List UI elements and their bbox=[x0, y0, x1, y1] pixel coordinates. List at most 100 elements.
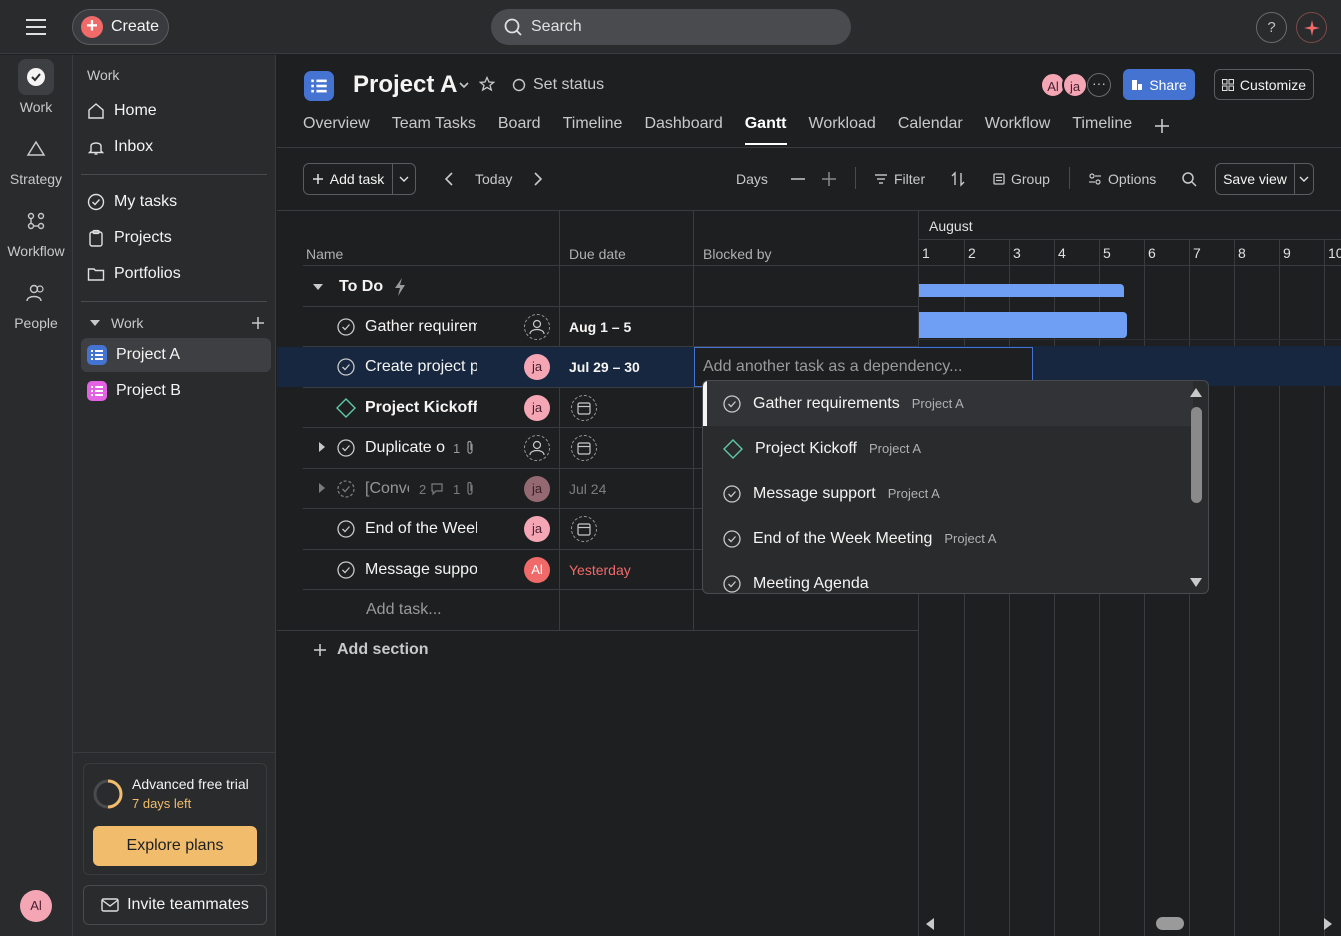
column-header-name[interactable]: Name bbox=[306, 246, 343, 262]
tab-calendar[interactable]: Calendar bbox=[898, 115, 963, 145]
caret-right-icon[interactable] bbox=[317, 482, 327, 494]
assignee-avatar[interactable]: ja bbox=[524, 395, 550, 421]
ai-sparkle-button[interactable] bbox=[1296, 12, 1327, 43]
star-icon[interactable] bbox=[479, 76, 495, 92]
sidebar-item-inbox[interactable]: Inbox bbox=[81, 130, 271, 164]
today-button[interactable]: Today bbox=[475, 171, 512, 187]
invite-teammates-button[interactable]: Invite teammates bbox=[83, 885, 267, 925]
sidebar-item-portfolios[interactable]: Portfolios bbox=[81, 257, 271, 291]
filter-button[interactable]: Filter bbox=[874, 171, 925, 187]
tab-workload[interactable]: Workload bbox=[809, 115, 876, 145]
rail-item-strategy[interactable]: Strategy bbox=[0, 131, 72, 187]
assignee-avatar[interactable]: ja bbox=[524, 516, 550, 542]
project-title[interactable]: Project A bbox=[353, 71, 457, 99]
options-button[interactable]: Options bbox=[1088, 171, 1156, 187]
add-tab-plus-icon[interactable] bbox=[1154, 118, 1170, 134]
check-circle-icon[interactable] bbox=[337, 561, 355, 579]
share-button[interactable]: Share bbox=[1123, 69, 1195, 100]
zoom-out-icon[interactable] bbox=[790, 177, 806, 181]
explore-plans-button[interactable]: Explore plans bbox=[93, 826, 257, 866]
tab-team-tasks[interactable]: Team Tasks bbox=[392, 115, 476, 145]
section-title[interactable]: To Do bbox=[339, 278, 383, 296]
chevron-left-icon[interactable] bbox=[443, 171, 455, 187]
help-button[interactable]: ? bbox=[1256, 12, 1287, 43]
chevron-right-icon[interactable] bbox=[532, 171, 544, 187]
dropdown-item[interactable]: Project Kickoff Project A bbox=[703, 426, 1193, 471]
plus-icon[interactable] bbox=[251, 316, 265, 330]
save-view-button[interactable]: Save view bbox=[1215, 163, 1295, 195]
tab-workflow[interactable]: Workflow bbox=[985, 115, 1051, 145]
calendar-icon[interactable] bbox=[571, 516, 597, 542]
due-date[interactable]: Yesterday bbox=[569, 562, 631, 578]
dropdown-item[interactable]: Meeting Agenda bbox=[703, 561, 1193, 593]
unassigned-avatar-icon[interactable] bbox=[524, 435, 550, 461]
dropdown-item[interactable]: Gather requirements Project A bbox=[703, 381, 1193, 426]
milestone-diamond-icon[interactable] bbox=[336, 398, 356, 418]
check-circle-icon[interactable] bbox=[337, 358, 355, 376]
task-name[interactable]: End of the Week bbox=[365, 520, 477, 538]
caret-down-icon[interactable] bbox=[312, 282, 324, 292]
zoom-in-icon[interactable] bbox=[821, 171, 837, 187]
task-name[interactable]: Message suppor bbox=[365, 561, 477, 579]
sidebar-item-projects[interactable]: Projects bbox=[81, 221, 271, 255]
tab-dashboard[interactable]: Dashboard bbox=[644, 115, 722, 145]
rail-item-workflow[interactable]: Workflow bbox=[0, 203, 72, 259]
user-avatar[interactable]: Al bbox=[20, 890, 52, 922]
sidebar-section-work[interactable]: Work bbox=[89, 313, 265, 333]
set-status-button[interactable]: Set status bbox=[512, 76, 604, 94]
scroll-right-icon[interactable] bbox=[1322, 917, 1334, 931]
add-section-button[interactable]: Add section bbox=[313, 641, 429, 659]
rail-item-people[interactable]: People bbox=[0, 275, 72, 331]
task-name[interactable]: Create project p bbox=[365, 358, 477, 376]
group-button[interactable]: Group bbox=[993, 171, 1050, 187]
more-members-icon[interactable]: ··· bbox=[1087, 73, 1111, 97]
tab-timeline-2[interactable]: Timeline bbox=[1072, 115, 1132, 145]
add-task-button[interactable]: Add task bbox=[303, 163, 393, 195]
tab-overview[interactable]: Overview bbox=[303, 115, 370, 145]
tab-board[interactable]: Board bbox=[498, 115, 541, 145]
search-icon[interactable] bbox=[1181, 171, 1197, 187]
task-name[interactable]: Gather requirem bbox=[365, 318, 477, 336]
calendar-icon[interactable] bbox=[571, 395, 597, 421]
task-name[interactable]: Duplicate o bbox=[365, 439, 445, 457]
due-date[interactable]: Jul 24 bbox=[569, 481, 606, 497]
gantt-bar-gather-requirements[interactable] bbox=[919, 312, 1127, 338]
assignee-avatar[interactable]: ja bbox=[524, 354, 550, 380]
calendar-icon[interactable] bbox=[571, 435, 597, 461]
customize-button[interactable]: Customize bbox=[1214, 69, 1314, 100]
column-header-due-date[interactable]: Due date bbox=[569, 246, 626, 262]
dropdown-item[interactable]: Message support Project A bbox=[703, 471, 1193, 516]
check-circle-icon[interactable] bbox=[337, 439, 355, 457]
rail-item-work[interactable]: Work bbox=[0, 59, 72, 115]
assignee-avatar[interactable]: ja bbox=[524, 476, 550, 502]
sidebar-item-my-tasks[interactable]: My tasks bbox=[81, 185, 271, 219]
horizontal-scrollbar-thumb[interactable] bbox=[1156, 917, 1184, 930]
task-name[interactable]: [Conve bbox=[365, 480, 409, 498]
check-circle-icon[interactable] bbox=[337, 520, 355, 538]
due-date[interactable]: Jul 29 – 30 bbox=[569, 359, 640, 375]
save-view-dropdown-button[interactable] bbox=[1294, 163, 1314, 195]
scroll-left-icon[interactable] bbox=[924, 917, 936, 931]
check-circle-icon[interactable] bbox=[337, 318, 355, 336]
check-circle-dashed-icon[interactable] bbox=[337, 480, 355, 498]
column-header-blocked-by[interactable]: Blocked by bbox=[703, 246, 771, 262]
create-button[interactable]: + Create bbox=[72, 9, 169, 45]
dropdown-item[interactable]: End of the Week Meeting Project A bbox=[703, 516, 1193, 561]
caret-right-icon[interactable] bbox=[317, 441, 327, 453]
tab-timeline[interactable]: Timeline bbox=[563, 115, 623, 145]
task-name[interactable]: Project Kickoff bbox=[365, 399, 477, 417]
days-zoom-label[interactable]: Days bbox=[736, 171, 768, 187]
assignee-avatar[interactable]: Al bbox=[524, 557, 550, 583]
search-input[interactable]: Search bbox=[491, 9, 851, 45]
due-date[interactable]: Aug 1 – 5 bbox=[569, 319, 631, 335]
hamburger-menu-icon[interactable] bbox=[22, 16, 50, 38]
add-task-inline[interactable]: Add task... bbox=[366, 601, 442, 619]
sidebar-item-project-b[interactable]: Project B bbox=[81, 374, 271, 408]
sidebar-item-project-a[interactable]: Project A bbox=[81, 338, 271, 372]
lightning-icon[interactable] bbox=[392, 277, 408, 297]
sort-icon[interactable] bbox=[951, 171, 965, 187]
sidebar-item-home[interactable]: Home bbox=[81, 94, 271, 128]
dropdown-scrollbar-thumb[interactable] bbox=[1191, 407, 1202, 503]
table-row[interactable]: Gather requirem Aug 1 – 5 bbox=[303, 307, 918, 347]
add-task-dropdown-button[interactable] bbox=[392, 163, 416, 195]
